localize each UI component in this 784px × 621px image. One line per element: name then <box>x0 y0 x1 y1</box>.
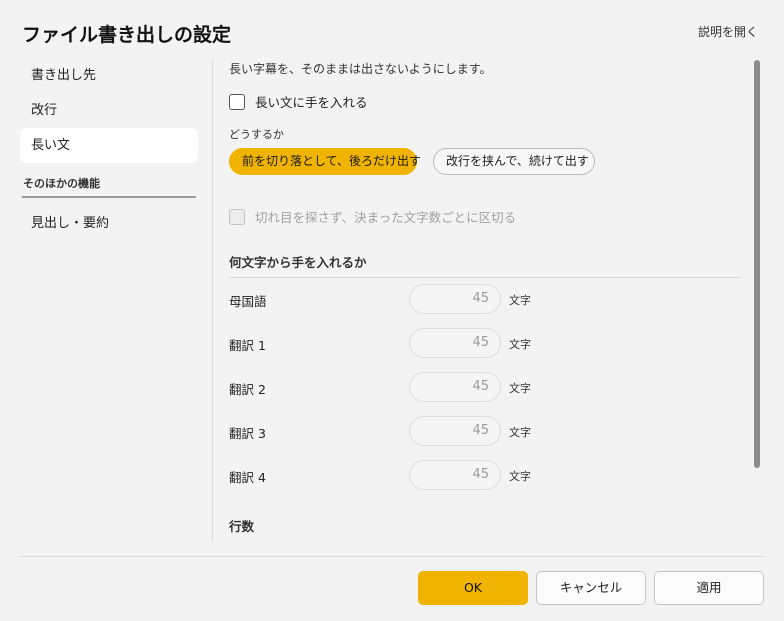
enable-long-text-option[interactable]: 長い文に手を入れる <box>229 92 368 111</box>
sidebar-item-line-break[interactable]: 改行 <box>20 93 198 128</box>
mode-option-truncate-front[interactable]: 前を切り落として、後ろだけ出す <box>229 148 421 175</box>
threshold-input-translation-2[interactable]: 45 <box>409 372 501 402</box>
dialog-title: ファイル書き出しの設定 <box>22 24 232 46</box>
threshold-input-translation-4[interactable]: 45 <box>409 460 501 490</box>
lines-section-title: 行数 <box>229 516 741 540</box>
sidebar-group-label: そのほかの機能 <box>23 177 100 190</box>
threshold-unit-native: 文字 <box>509 294 531 307</box>
fixed-split-checkbox[interactable] <box>229 208 245 225</box>
threshold-row-native: 母国語 45 文字 <box>229 284 741 314</box>
threshold-row-translation-4: 翻訳 4 45 文字 <box>229 460 741 490</box>
mode-option-wrap-continue[interactable]: 改行を挟んで、続けて出す <box>433 148 595 175</box>
threshold-label-translation-4: 翻訳 4 <box>229 470 266 485</box>
threshold-unit-translation-1: 文字 <box>509 338 531 351</box>
threshold-unit-translation-2: 文字 <box>509 382 531 395</box>
threshold-row-translation-3: 翻訳 3 45 文字 <box>229 416 741 446</box>
fixed-split-label: 切れ目を探さず、決まった文字数ごとに区切る <box>255 210 517 225</box>
threshold-input-translation-3[interactable]: 45 <box>409 416 501 446</box>
settings-panel: 長い字幕を、そのままは出さないようにします。 長い文に手を入れる どうするか 前… <box>229 58 741 540</box>
sidebar-item-headings-summary[interactable]: 見出し・要約 <box>20 206 198 241</box>
sidebar-item-long-text[interactable]: 長い文 <box>20 128 198 163</box>
sidebar: 書き出し先 改行 長い文 そのほかの機能 見出し・要約 <box>20 58 198 241</box>
mode-label: どうするか <box>229 128 284 141</box>
threshold-label-translation-3: 翻訳 3 <box>229 426 266 441</box>
threshold-label-native: 母国語 <box>229 294 267 309</box>
threshold-row-translation-2: 翻訳 2 45 文字 <box>229 372 741 402</box>
sidebar-group-divider <box>22 196 196 198</box>
enable-long-text-label: 長い文に手を入れる <box>255 95 368 110</box>
sidebar-item-export-destination[interactable]: 書き出し先 <box>20 58 198 93</box>
fixed-split-option[interactable]: 切れ目を探さず、決まった文字数ごとに区切る <box>229 207 516 226</box>
enable-long-text-checkbox[interactable] <box>229 93 245 110</box>
threshold-section-title: 何文字から手を入れるか <box>229 252 741 278</box>
footer-separator <box>20 556 764 557</box>
threshold-row-translation-1: 翻訳 1 45 文字 <box>229 328 741 358</box>
apply-button[interactable]: 適用 <box>654 571 764 605</box>
threshold-input-native[interactable]: 45 <box>409 284 501 314</box>
threshold-input-translation-1[interactable]: 45 <box>409 328 501 358</box>
panel-description: 長い字幕を、そのままは出さないようにします。 <box>229 62 492 76</box>
threshold-label-translation-1: 翻訳 1 <box>229 338 266 353</box>
cancel-button[interactable]: キャンセル <box>536 571 646 605</box>
threshold-unit-translation-4: 文字 <box>509 470 531 483</box>
threshold-label-translation-2: 翻訳 2 <box>229 382 266 397</box>
sidebar-separator <box>212 60 213 542</box>
scrollbar-thumb[interactable] <box>754 60 760 468</box>
ok-button[interactable]: OK <box>418 571 528 605</box>
threshold-unit-translation-3: 文字 <box>509 426 531 439</box>
panel-scrollbar[interactable] <box>752 58 762 540</box>
help-link[interactable]: 説明を開く <box>698 23 758 40</box>
